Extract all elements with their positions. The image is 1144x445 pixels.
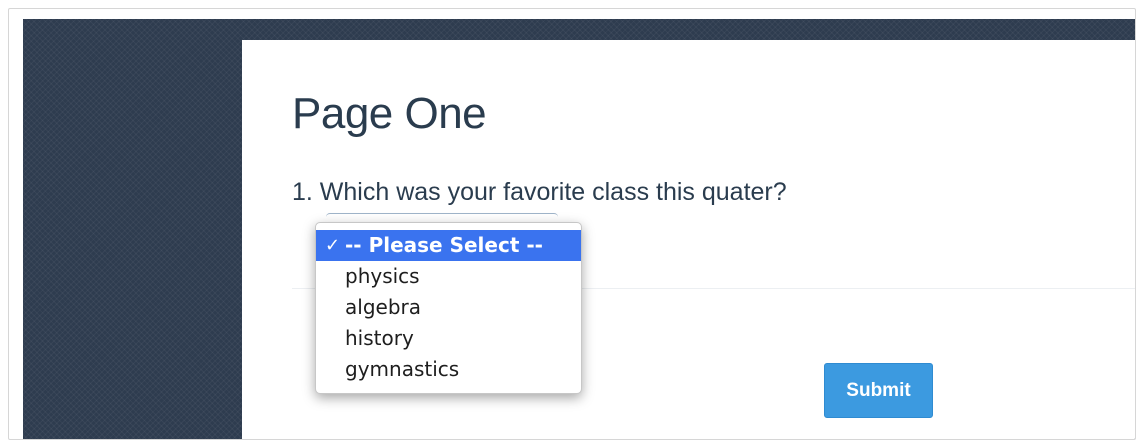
- dropdown-option-gymnastics[interactable]: gymnastics: [316, 354, 581, 385]
- question-text: 1. Which was your favorite class this qu…: [292, 178, 787, 206]
- page-title: Page One: [292, 89, 487, 138]
- dropdown-option-physics[interactable]: physics: [316, 261, 581, 292]
- dropdown-option-label: gymnastics: [345, 357, 460, 381]
- dropdown-option-label: -- Please Select --: [345, 233, 543, 257]
- class-select[interactable]: [326, 213, 558, 219]
- class-select-dropdown[interactable]: ✓ -- Please Select -- physics algebra hi…: [315, 222, 582, 394]
- checkmark-icon: ✓: [325, 235, 341, 256]
- submit-button[interactable]: Submit: [824, 363, 933, 418]
- dropdown-option-history[interactable]: history: [316, 323, 581, 354]
- dropdown-option-label: history: [345, 326, 414, 350]
- dropdown-option-algebra[interactable]: algebra: [316, 292, 581, 323]
- dropdown-option-please-select[interactable]: ✓ -- Please Select --: [316, 230, 581, 261]
- screenshot-frame: Page One 1. Which was your favorite clas…: [8, 8, 1136, 440]
- dropdown-option-label: physics: [345, 264, 420, 288]
- dropdown-option-label: algebra: [345, 295, 421, 319]
